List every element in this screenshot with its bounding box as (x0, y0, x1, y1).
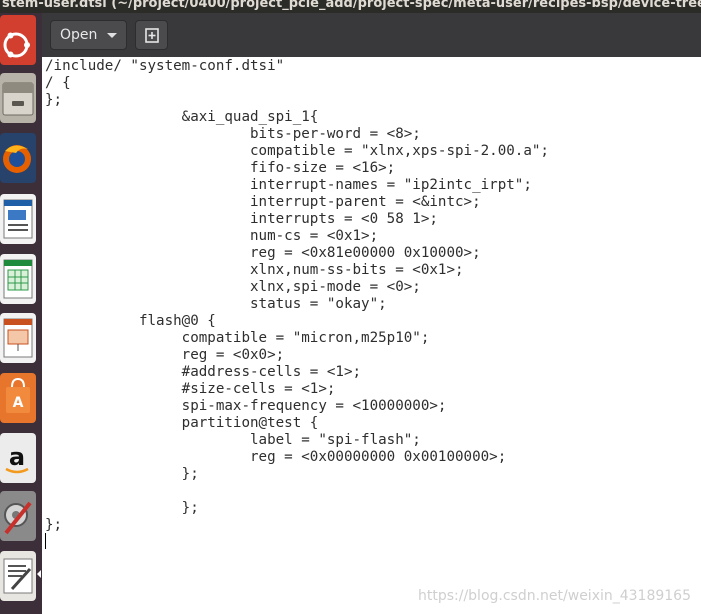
code-line: spi-max-frequency = <10000000>; (45, 398, 447, 414)
code-line: /include/ "system-conf.dtsi" (45, 58, 285, 74)
code-line: reg = <0x0>; (45, 347, 285, 363)
code-line: flash@0 { (45, 313, 216, 329)
chevron-down-icon (107, 32, 118, 38)
system-settings-icon[interactable] (0, 491, 36, 541)
text-editor-icon[interactable] (0, 551, 36, 601)
code-line: compatible = "xlnx,xps-spi-2.00.a"; (45, 143, 549, 159)
launcher: A a (0, 13, 42, 614)
code-line: }; (45, 92, 63, 108)
code-line: status = "okay"; (45, 296, 387, 312)
code-line: interrupts = <0 58 1>; (45, 211, 438, 227)
code-line: &axi_quad_spi_1{ (45, 109, 319, 125)
code-line: interrupt-names = "ip2intc_irpt"; (45, 177, 532, 193)
code-line: xlnx,spi-mode = <0>; (45, 279, 421, 295)
firefox-icon[interactable] (0, 133, 36, 183)
header-bar: Open (42, 13, 701, 57)
code-line: reg = <0x81e00000 0x10000>; (45, 245, 481, 261)
libreoffice-impress-icon[interactable] (0, 313, 36, 363)
code-line: compatible = "micron,m25p10"; (45, 330, 430, 346)
window-title: stem-user.dtsi (~/project/0400/project_p… (2, 0, 701, 11)
libreoffice-calc-icon[interactable] (0, 254, 36, 304)
code-line: label = "spi-flash"; (45, 432, 421, 448)
code-line: bits-per-word = <8>; (45, 126, 421, 142)
new-document-icon (145, 28, 159, 43)
svg-text:a: a (9, 443, 25, 471)
amazon-icon[interactable]: a (0, 433, 36, 483)
code-line: }; (45, 466, 199, 482)
libreoffice-writer-icon[interactable] (0, 194, 36, 244)
code-line: #size-cells = <1>; (45, 381, 336, 397)
software-center-icon[interactable]: A (0, 373, 36, 423)
code-line: xlnx,num-ss-bits = <0x1>; (45, 262, 464, 278)
files-icon[interactable] (0, 73, 36, 123)
watermark: https://blog.csdn.net/weixin_43189165 (417, 588, 691, 604)
code-line: }; (45, 517, 63, 533)
code-line: / { (45, 75, 71, 91)
code-line: #address-cells = <1>; (45, 364, 362, 380)
code-line: fifo-size = <16>; (45, 160, 396, 176)
text-cursor (45, 533, 46, 549)
svg-text:A: A (13, 395, 24, 411)
code-line: partition@test { (45, 415, 319, 431)
code-line: reg = <0x00000000 0x00100000>; (45, 449, 507, 465)
open-button-label: Open (60, 27, 98, 43)
active-indicator-icon (37, 570, 41, 578)
code-line: interrupt-parent = <&intc>; (45, 194, 481, 210)
code-line: }; (45, 500, 199, 516)
text-editor[interactable]: /include/ "system-conf.dtsi" / { }; &axi… (42, 57, 701, 614)
ubuntu-logo-icon[interactable] (0, 15, 36, 65)
new-document-button[interactable] (135, 20, 168, 50)
open-button[interactable]: Open (50, 20, 127, 50)
title-bar: stem-user.dtsi (~/project/0400/project_p… (0, 0, 701, 13)
code-line: num-cs = <0x1>; (45, 228, 379, 244)
